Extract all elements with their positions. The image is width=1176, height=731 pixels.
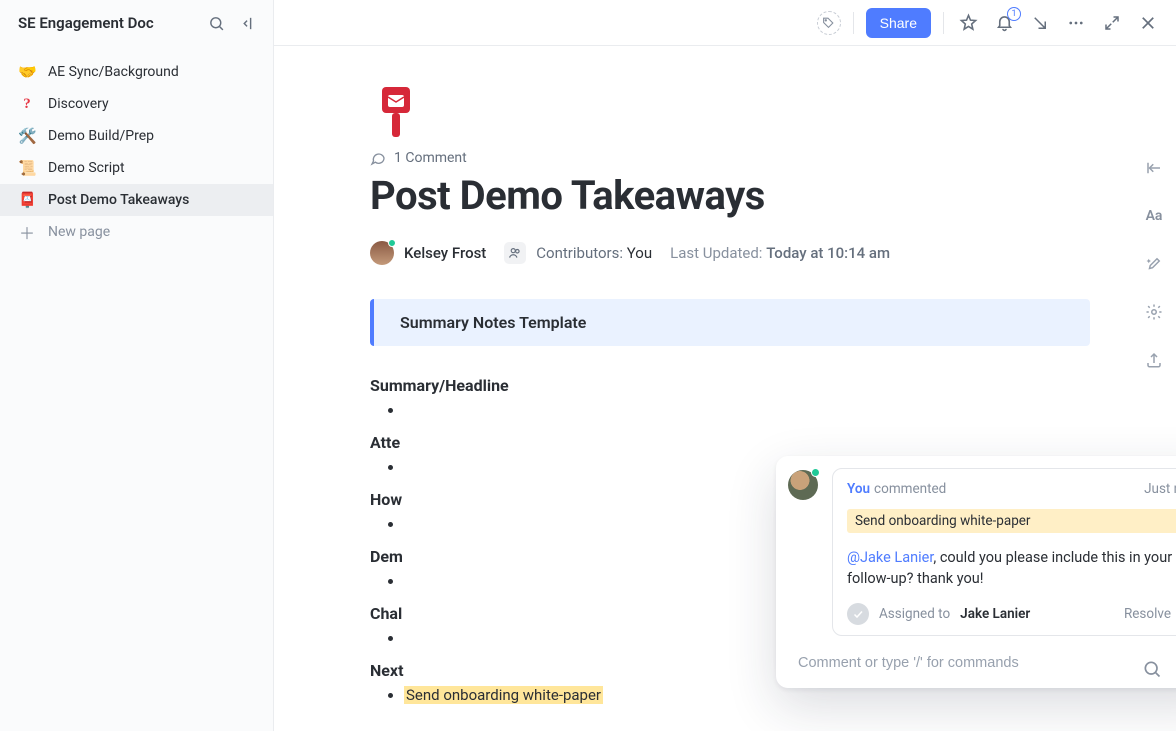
tags-button[interactable] xyxy=(817,11,841,35)
comment-footer: Assigned to Jake Lanier Resolve xyxy=(847,603,1176,625)
share-button[interactable]: Share xyxy=(866,8,931,38)
assigned-label: Assigned to xyxy=(879,606,950,622)
sidebar-item-ae-sync[interactable]: 🤝 AE Sync/Background xyxy=(0,56,273,88)
topbar: Share 1 xyxy=(274,0,1176,46)
comment-icon xyxy=(370,150,386,166)
typography-icon[interactable]: Aa xyxy=(1142,204,1166,228)
sidebar-item-label: Demo Script xyxy=(48,160,125,176)
contributors-label: Contributors: xyxy=(536,244,623,262)
question-icon: ? xyxy=(18,96,36,113)
divider xyxy=(853,12,854,34)
more-menu-icon[interactable] xyxy=(1064,11,1088,35)
author-name: Kelsey Frost xyxy=(404,244,486,262)
list-item[interactable] xyxy=(404,401,1090,419)
page-title[interactable]: Post Demo Takeaways xyxy=(370,172,1090,219)
sidebar-header: SE Engagement Doc xyxy=(0,0,273,46)
comment-input-row xyxy=(788,650,1176,676)
last-updated-value: Today at 10:14 am xyxy=(766,244,890,262)
scroll-icon: 📜 xyxy=(18,159,36,177)
plus-icon: ＋ xyxy=(18,220,36,244)
automation-icon[interactable] xyxy=(1142,300,1166,324)
comment-author: You xyxy=(847,481,870,497)
comment-count-text: 1 Comment xyxy=(394,150,467,166)
sidebar-item-label: AE Sync/Background xyxy=(48,64,179,80)
handshake-icon: 🤝 xyxy=(18,63,36,81)
collapse-sidebar-icon[interactable] xyxy=(237,12,259,34)
section-heading: Summary/Headline xyxy=(370,376,1090,395)
notification-bell-icon[interactable]: 1 xyxy=(992,11,1016,35)
comment-popover: You commented Just now Send onboarding w… xyxy=(776,456,1176,688)
sidebar: SE Engagement Doc 🤝 AE Sync/Background ?… xyxy=(0,0,274,731)
right-rail: Aa xyxy=(1132,46,1176,731)
contributors-icon xyxy=(504,242,526,264)
divider xyxy=(943,12,944,34)
comment-card: You commented Just now Send onboarding w… xyxy=(832,468,1176,636)
section-heading: Atte xyxy=(370,433,1090,452)
ai-sparkle-icon[interactable] xyxy=(1142,252,1166,276)
sidebar-item-label: Discovery xyxy=(48,96,109,112)
comment-header: You commented Just now xyxy=(847,481,1176,497)
page-emoji[interactable] xyxy=(370,84,422,140)
assigned-check-icon xyxy=(847,603,869,625)
sidebar-item-demo-build[interactable]: 🛠️ Demo Build/Prep xyxy=(0,120,273,152)
doc-workspace-title: SE Engagement Doc xyxy=(18,14,195,32)
callout-text: Summary Notes Template xyxy=(400,313,586,332)
assignee-name: Jake Lanier xyxy=(960,606,1030,622)
doc-meta: Kelsey Frost Contributors: You Last Upda… xyxy=(370,241,1090,265)
list-item[interactable]: Send onboarding white-paper xyxy=(404,686,1090,704)
last-updated: Last Updated: Today at 10:14 am xyxy=(670,244,890,262)
search-icon[interactable] xyxy=(205,12,227,34)
expand-icon[interactable] xyxy=(1100,11,1124,35)
sidebar-nav: 🤝 AE Sync/Background ? Discovery 🛠️ Demo… xyxy=(0,46,273,248)
main-content: 1 Comment Post Demo Takeaways Kelsey Fro… xyxy=(274,46,1176,731)
commenter-avatar xyxy=(788,470,818,500)
tools-icon: 🛠️ xyxy=(18,127,36,145)
comment-count[interactable]: 1 Comment xyxy=(370,150,1090,166)
contributors-value: You xyxy=(627,244,652,262)
sidebar-item-label: Demo Build/Prep xyxy=(48,128,154,144)
sidebar-item-discovery[interactable]: ? Discovery xyxy=(0,88,273,120)
close-icon[interactable] xyxy=(1136,11,1160,35)
last-updated-label: Last Updated: xyxy=(670,244,762,262)
document: 1 Comment Post Demo Takeaways Kelsey Fro… xyxy=(370,46,1090,704)
contributors-chip[interactable]: Contributors: You xyxy=(504,242,652,264)
favorite-star-icon[interactable] xyxy=(956,11,980,35)
download-icon[interactable] xyxy=(1028,11,1052,35)
author-chip[interactable]: Kelsey Frost xyxy=(370,241,486,265)
highlighted-text: Send onboarding white-paper xyxy=(404,686,603,704)
postbox-icon: 📮 xyxy=(18,191,36,209)
mention[interactable]: @Jake Lanier xyxy=(847,549,933,566)
comment-verb: commented xyxy=(874,481,946,497)
export-icon[interactable] xyxy=(1142,348,1166,372)
comment-input[interactable] xyxy=(798,655,1176,671)
comment-body: @Jake Lanier, could you please include t… xyxy=(847,547,1176,589)
comment-quote: Send onboarding white-paper xyxy=(847,509,1176,533)
author-avatar xyxy=(370,241,394,265)
new-page-label: New page xyxy=(48,224,110,240)
callout-block[interactable]: Summary Notes Template xyxy=(370,299,1090,346)
sidebar-item-label: Post Demo Takeaways xyxy=(48,192,189,208)
sidebar-item-demo-script[interactable]: 📜 Demo Script xyxy=(0,152,273,184)
notification-count: 1 xyxy=(1007,7,1021,21)
sidebar-item-post-demo-takeaways[interactable]: 📮 Post Demo Takeaways xyxy=(0,184,273,216)
new-page-button[interactable]: ＋ New page xyxy=(0,216,273,248)
find-in-page-icon[interactable] xyxy=(1138,655,1166,683)
outdent-icon[interactable] xyxy=(1142,156,1166,180)
